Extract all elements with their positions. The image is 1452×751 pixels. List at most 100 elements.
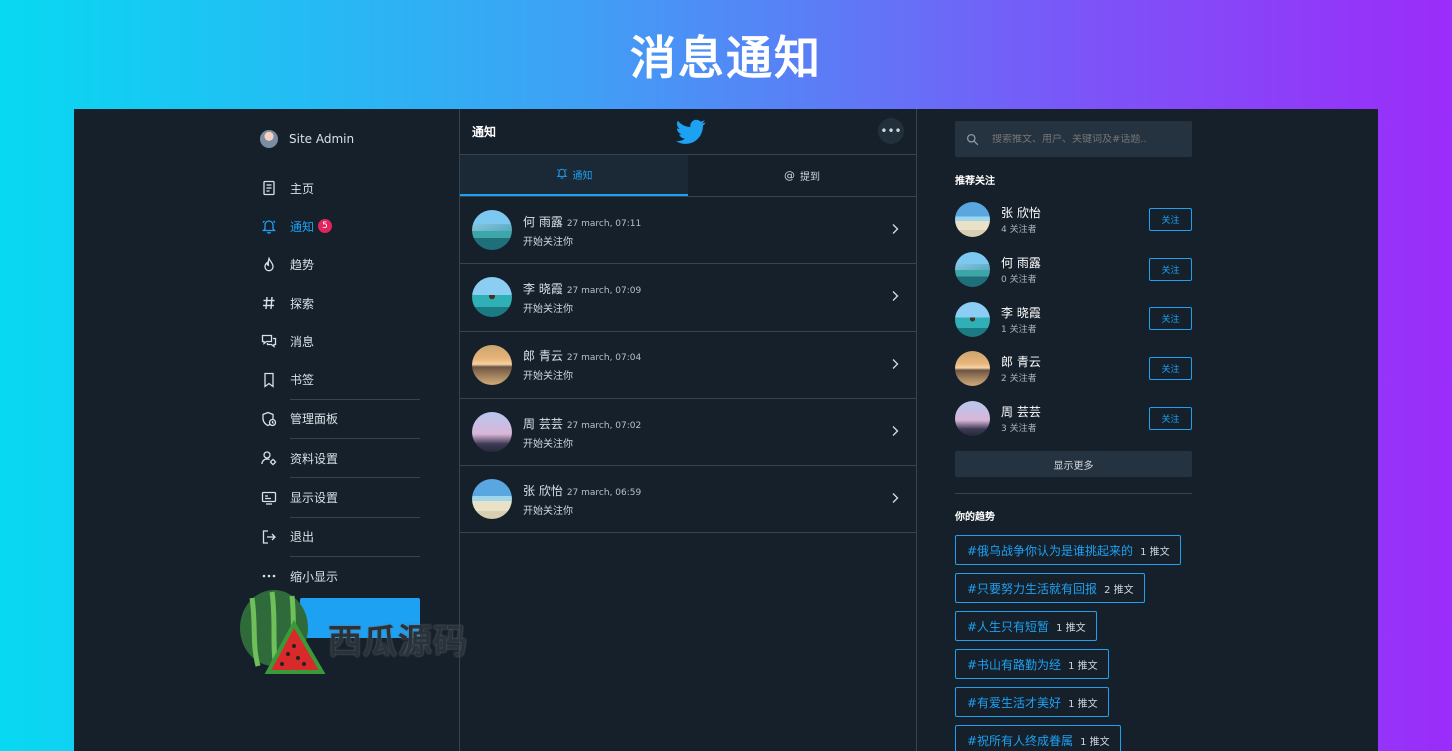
notification-row[interactable]: 周 芸芸 27 march, 07:02 开始关注你 <box>460 399 916 467</box>
suggestion-item[interactable]: 何 雨露 0 关注者 关注 <box>955 245 1192 295</box>
follow-button[interactable]: 关注 <box>1149 406 1192 430</box>
tab-label: 通知 <box>572 171 593 182</box>
at-icon: @ <box>784 169 795 182</box>
notification-user-name: 郎 青云 <box>523 349 563 364</box>
banner-title: 消息通知 <box>630 31 822 85</box>
search-input[interactable] <box>992 133 1172 145</box>
notification-row[interactable]: 郎 青云 27 march, 07:04 开始关注你 <box>460 332 916 399</box>
search-box[interactable] <box>955 121 1192 157</box>
suggestion-item[interactable]: 张 欣怡 4 关注者 关注 <box>955 195 1192 245</box>
follow-button[interactable]: 关注 <box>1149 208 1192 231</box>
notification-tabs: 通知 @ 提到 <box>460 155 916 197</box>
trend-tag[interactable]: #人生只有短暂 1 推文 <box>955 611 1097 642</box>
nav-item-home[interactable]: 主页 <box>260 169 420 207</box>
suggestion-name: 何 雨露 <box>1001 256 1041 271</box>
trend-tag-text: #人生只有短暂 <box>967 619 1050 634</box>
watermark-text: 西瓜源码 <box>328 622 468 662</box>
suggestion-item[interactable]: 周 芸芸 3 关注者 关注 <box>955 394 1192 444</box>
nav-user[interactable]: Site Admin <box>260 109 420 169</box>
suggestion-name: 李 晓霞 <box>1001 305 1041 320</box>
bell-icon <box>556 167 568 182</box>
follower-count: 1 关注者 <box>1001 324 1037 335</box>
nav-item-label: 显示设置 <box>290 491 339 506</box>
trend-tag[interactable]: #俄乌战争你认为是谁挑起来的 1 推文 <box>955 535 1181 566</box>
chevron-right-icon <box>892 291 899 302</box>
nav-item-trends[interactable]: 趋势 <box>260 246 420 284</box>
nav-item-admin-panel[interactable]: 管理面板 <box>260 400 420 438</box>
more-options-button[interactable]: ••• <box>878 118 904 144</box>
admin-shield-icon <box>260 410 278 428</box>
notification-row[interactable]: 何 雨露 27 march, 07:11 开始关注你 <box>460 197 916 265</box>
nav-item-label: 通知 <box>290 219 315 234</box>
notification-time: 27 march, 07:02 <box>566 420 642 431</box>
avatar <box>955 252 990 288</box>
trend-tag[interactable]: #只要努力生活就有回报 2 推文 <box>955 573 1145 604</box>
follower-count: 0 关注者 <box>1001 275 1037 286</box>
notification-user-name: 李 晓霞 <box>523 281 563 296</box>
tab-notifications[interactable]: 通知 <box>460 155 688 196</box>
nav-item-bookmarks[interactable]: 书签 <box>260 360 420 398</box>
avatar <box>472 412 512 453</box>
nav-item-display-settings[interactable]: 显示设置 <box>260 478 420 516</box>
suggestion-item[interactable]: 李 晓霞 1 关注者 关注 <box>955 294 1192 344</box>
nav-item-label: 主页 <box>290 181 315 196</box>
hashtag-icon <box>260 294 278 312</box>
nav-item-explore[interactable]: 探索 <box>260 284 420 322</box>
watermelon-logo-icon <box>240 590 326 674</box>
twitter-bird-icon[interactable] <box>676 119 706 145</box>
trend-tag[interactable]: #有爱生活才美好 1 推文 <box>955 687 1109 718</box>
trend-count: 1 推文 <box>1056 622 1086 634</box>
nav-item-label: 书签 <box>290 373 315 388</box>
app-window: Site Admin 主页 通知 5 趋势 探索 消息 书签 管理面板 资料设置… <box>74 109 1378 751</box>
right-sidebar: 推荐关注 张 欣怡 4 关注者 关注 何 雨露 0 关注者 关注 李 晓霞 1 … <box>955 109 1192 751</box>
follower-count: 3 关注者 <box>1001 424 1037 435</box>
notification-user-name: 周 芸芸 <box>523 416 563 431</box>
trend-count: 1 推文 <box>1068 698 1098 710</box>
nav-item-label: 趋势 <box>290 258 315 273</box>
follow-button[interactable]: 关注 <box>1149 357 1192 381</box>
tab-label: 提到 <box>800 172 820 183</box>
notification-time: 27 march, 07:11 <box>566 218 642 229</box>
show-more-button[interactable]: 显示更多 <box>955 451 1192 478</box>
follower-count: 2 关注者 <box>1001 374 1037 385</box>
trend-tag-text: #俄乌战争你认为是谁挑起来的 <box>967 543 1134 558</box>
more-dots-icon: ••• <box>880 124 902 138</box>
logout-icon <box>260 528 278 546</box>
follower-count: 4 关注者 <box>1001 225 1037 236</box>
notification-text: 开始关注你 <box>523 505 573 517</box>
nav-item-messages[interactable]: 消息 <box>260 322 420 360</box>
nav-item-notifications[interactable]: 通知 5 <box>260 207 420 245</box>
avatar <box>472 344 512 385</box>
nav-item-profile-settings[interactable]: 资料设置 <box>260 439 420 477</box>
avatar <box>472 210 512 251</box>
page-title: 通知 <box>472 125 497 139</box>
trend-tag[interactable]: #书山有路勤为经 1 推文 <box>955 649 1109 680</box>
section-divider <box>955 493 1192 495</box>
display-icon <box>260 489 278 507</box>
notification-text: 开始关注你 <box>523 438 573 450</box>
document-icon <box>260 179 278 197</box>
bell-icon <box>260 217 278 235</box>
search-icon <box>966 133 979 145</box>
trend-tag[interactable]: #祝所有人终成眷属 1 推文 <box>955 725 1121 751</box>
trend-tag-text: #有爱生活才美好 <box>967 695 1062 710</box>
left-nav: Site Admin 主页 通知 5 趋势 探索 消息 书签 管理面板 资料设置… <box>260 109 420 595</box>
avatar <box>955 401 990 437</box>
notification-time: 27 march, 07:09 <box>566 285 642 296</box>
avatar <box>955 202 990 238</box>
suggestion-item[interactable]: 郎 青云 2 关注者 关注 <box>955 344 1192 394</box>
notification-row[interactable]: 李 晓霞 27 march, 07:09 开始关注你 <box>460 264 916 332</box>
follow-button[interactable]: 关注 <box>1149 307 1192 331</box>
trend-count: 1 推文 <box>1068 660 1098 672</box>
notification-user-name: 张 欣怡 <box>523 483 563 498</box>
column-header: 通知 ••• <box>460 109 916 155</box>
notification-row[interactable]: 张 欣怡 27 march, 06:59 开始关注你 <box>460 466 916 534</box>
follow-button[interactable]: 关注 <box>1149 257 1192 281</box>
tab-mentions[interactable]: @ 提到 <box>688 155 916 196</box>
flame-icon <box>260 256 278 274</box>
nav-item-logout[interactable]: 退出 <box>260 518 420 556</box>
avatar <box>472 479 512 520</box>
chevron-right-icon <box>892 224 899 234</box>
suggestions-title: 推荐关注 <box>955 176 995 187</box>
chevron-right-icon <box>892 425 899 436</box>
